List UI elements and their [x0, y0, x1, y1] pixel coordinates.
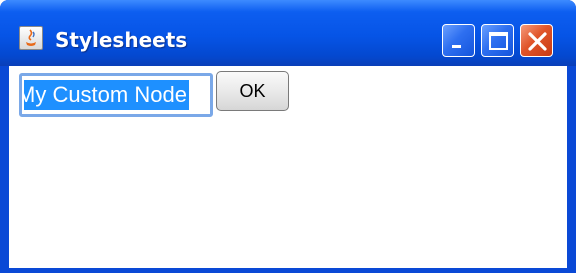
java-app-icon[interactable]: [19, 26, 43, 50]
app-window: Stylesheets My Custom Node OK: [0, 0, 576, 273]
close-icon: [528, 32, 547, 51]
ok-button[interactable]: OK: [216, 71, 289, 111]
minimize-icon: [452, 45, 461, 48]
node-name-text-field[interactable]: My Custom Node: [19, 73, 213, 117]
title-bar[interactable]: Stylesheets: [0, 0, 576, 66]
content-pane: My Custom Node OK: [9, 66, 567, 268]
minimize-button[interactable]: [442, 24, 475, 57]
close-button[interactable]: [520, 24, 553, 57]
maximize-icon: [489, 32, 508, 50]
selected-text: My Custom Node: [22, 80, 189, 110]
maximize-button[interactable]: [481, 24, 514, 57]
window-title: Stylesheets: [55, 28, 188, 52]
